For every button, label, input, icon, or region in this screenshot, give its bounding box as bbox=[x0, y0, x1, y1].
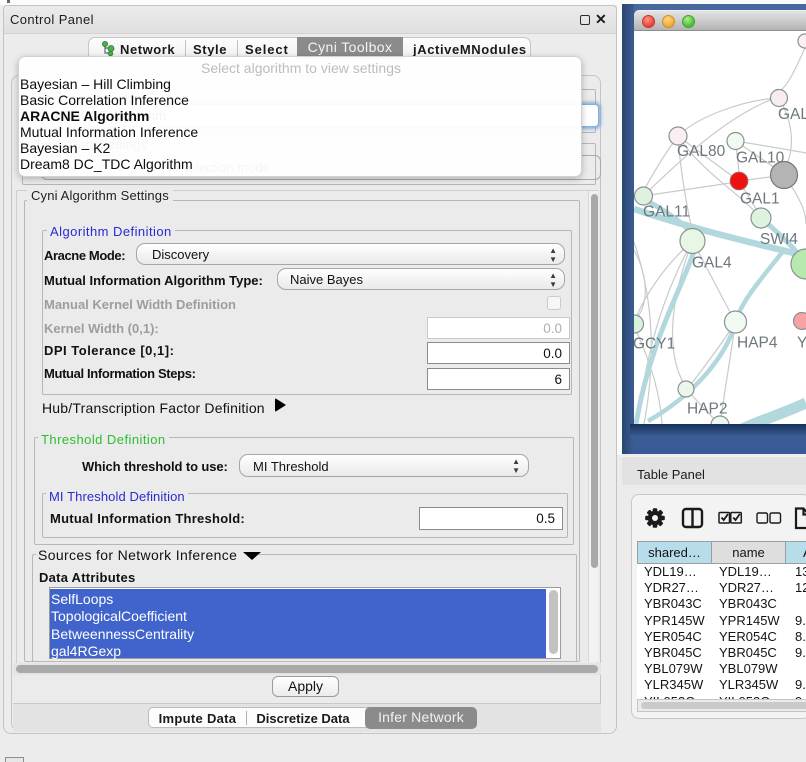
svg-text:GAL10: GAL10 bbox=[736, 150, 785, 167]
svg-text:HAP2: HAP2 bbox=[687, 401, 728, 418]
svg-text:GAL4: GAL4 bbox=[692, 255, 732, 272]
svg-text:GAL80: GAL80 bbox=[677, 143, 726, 160]
svg-text:SWI4: SWI4 bbox=[760, 231, 798, 248]
svg-text:Y: Y bbox=[797, 335, 806, 352]
svg-text:GCY1: GCY1 bbox=[634, 336, 675, 353]
svg-text:GAL1: GAL1 bbox=[740, 191, 780, 208]
svg-text:GAL11: GAL11 bbox=[643, 204, 690, 221]
svg-text:HAP4: HAP4 bbox=[737, 335, 778, 352]
svg-text:GAL7: GAL7 bbox=[778, 106, 806, 123]
